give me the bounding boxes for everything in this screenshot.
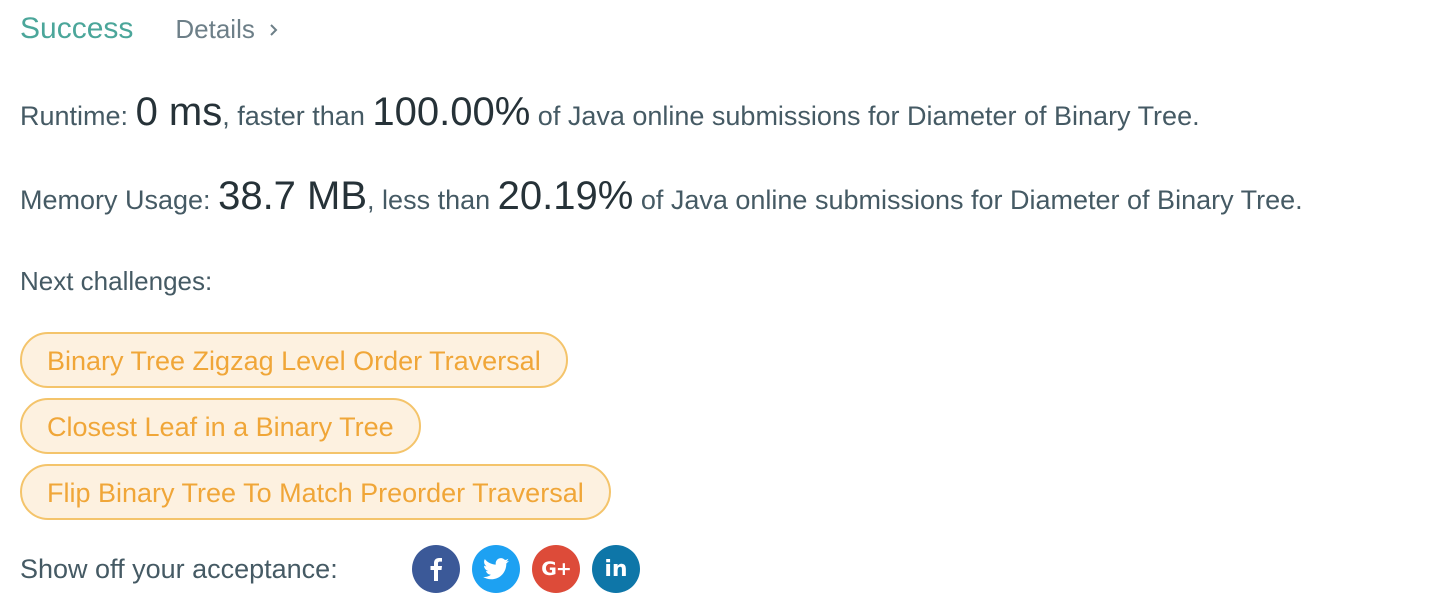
details-link[interactable]: Details — [175, 14, 278, 45]
share-label: Show off your acceptance: — [20, 553, 338, 584]
memory-percent: 20.19% — [497, 174, 634, 218]
facebook-icon — [430, 558, 442, 581]
facebook-share-button[interactable] — [412, 545, 460, 593]
status-title: Success — [20, 12, 134, 45]
google-plus-icon: G+ — [541, 558, 571, 580]
linkedin-share-button[interactable]: in — [592, 545, 640, 593]
challenge-link[interactable]: Flip Binary Tree To Match Preorder Trave… — [20, 464, 611, 520]
memory-stat: Memory Usage: 38.7 MB, less than 20.19% … — [20, 174, 1303, 219]
memory-value: 38.7 MB — [218, 174, 368, 218]
result-header: Success Details — [20, 12, 279, 46]
memory-suffix: of Java online submissions for Diameter … — [640, 185, 1303, 215]
runtime-stat: Runtime: 0 ms, faster than 100.00% of Ja… — [20, 90, 1200, 135]
runtime-suffix: of Java online submissions for Diameter … — [537, 101, 1200, 131]
submission-result: Success Details Runtime: 0 ms, faster th… — [20, 0, 1454, 604]
twitter-icon — [483, 558, 509, 580]
challenge-link[interactable]: Closest Leaf in a Binary Tree — [20, 398, 421, 454]
runtime-value: 0 ms — [135, 90, 223, 134]
memory-label: Memory Usage: — [20, 185, 211, 215]
challenge-link[interactable]: Binary Tree Zigzag Level Order Traversal — [20, 332, 568, 388]
runtime-label: Runtime: — [20, 101, 129, 131]
runtime-percent: 100.00% — [372, 90, 531, 134]
runtime-comparison: , faster than — [222, 101, 365, 131]
chevron-right-icon — [270, 23, 278, 36]
next-challenges-label: Next challenges: — [20, 266, 213, 296]
details-label: Details — [175, 14, 255, 44]
linkedin-icon: in — [604, 556, 628, 582]
share-section: Show off your acceptance: G+ in — [20, 545, 652, 593]
twitter-share-button[interactable] — [472, 545, 520, 593]
next-challenges-list: Binary Tree Zigzag Level Order Traversal… — [20, 332, 611, 530]
memory-comparison: , less than — [367, 185, 491, 215]
google-plus-share-button[interactable]: G+ — [532, 545, 580, 593]
